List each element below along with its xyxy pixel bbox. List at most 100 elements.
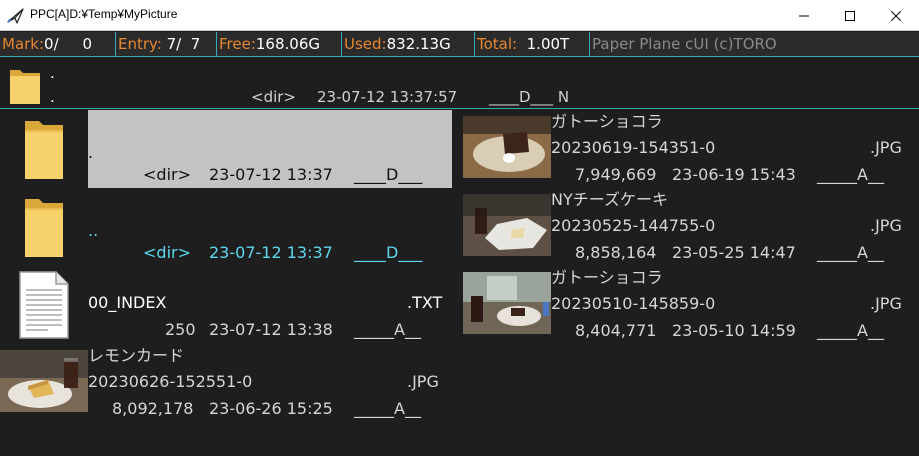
entry-icon: [463, 110, 551, 188]
entry-text: ガトーショコラ 20230619-154351-0 .JPG 7,949,669…: [551, 110, 913, 188]
entry-datetime: 23-05-25 14:47: [672, 243, 796, 262]
entry-name: 20230626-152551-0: [88, 372, 253, 391]
photo-thumbnail-gateau-chocolat: [463, 116, 551, 178]
entry-caption: ガトーショコラ: [551, 112, 663, 131]
entry-text: レモンカード 20230626-152551-0 .JPG 8,092,178 …: [88, 344, 452, 422]
total-value: 1.00T: [517, 35, 570, 53]
entry-ext: .JPG: [407, 372, 439, 391]
divider: [341, 32, 342, 56]
entry-name: .: [88, 143, 94, 162]
entry-attrs: _____A__: [354, 320, 421, 339]
current-dir-name-top: .: [50, 64, 55, 82]
list-item[interactable]: レモンカード 20230626-152551-0 .JPG 8,092,178 …: [0, 344, 452, 422]
free-value: 168.06G: [255, 35, 320, 53]
title-bar[interactable]: PPC[A]D:¥Temp¥MyPicture: [0, 0, 919, 31]
entry-attrs: _____A__: [817, 165, 884, 184]
entry-caption: ガトーショコラ: [551, 268, 663, 287]
entry-datetime: 23-07-12 13:38: [209, 320, 333, 339]
current-directory-row[interactable]: . . <dir> 23-07-12 13:37:57 ____D___ N: [0, 58, 919, 109]
entry-label: Entry:: [118, 35, 162, 53]
entry-size: 250: [165, 320, 196, 339]
info-bar: Mark:0/ 0 Entry: 7/ 7 Free:168.06G Used:…: [0, 32, 919, 57]
entry-ext: .JPG: [870, 138, 902, 157]
entry-name: ..: [88, 221, 99, 240]
entry-name: 00_INDEX: [88, 293, 167, 312]
entry-size: 8,404,771: [575, 321, 657, 340]
entry-icon: [463, 188, 551, 266]
entry-attrs: _____A__: [817, 321, 884, 340]
entry-attrs: ____D___: [354, 243, 423, 262]
entry-ext: .JPG: [870, 294, 902, 313]
entry-icon: [463, 266, 551, 344]
entry-icon: [0, 110, 88, 188]
entry-counter: Entry: 7/ 7: [118, 32, 200, 56]
paper-plane-icon: [7, 8, 24, 24]
mark-value: 0/ 0: [44, 35, 93, 53]
list-item[interactable]: ガトーショコラ 20230619-154351-0 .JPG 7,949,669…: [463, 110, 913, 188]
entry-caption: NYチーズケーキ: [551, 190, 668, 209]
entry-text: .. <dir> 23-07-12 13:37 ____D___: [88, 188, 452, 266]
entry-text: ガトーショコラ 20230510-145859-0 .JPG 8,404,771…: [551, 266, 913, 344]
entry-name: 20230510-145859-0: [551, 294, 716, 313]
entry-icon: [0, 344, 88, 422]
entry-datetime: 23-06-19 15:43: [672, 165, 796, 184]
used-value: 832.13G: [386, 35, 451, 53]
current-dir-datetime: 23-07-12 13:37:57: [317, 88, 458, 106]
folder-icon: [25, 121, 63, 179]
mark-label: Mark:: [2, 35, 45, 53]
maximize-button[interactable]: [827, 0, 873, 31]
entry-text: . <dir> 23-07-12 13:37 ____D___: [88, 110, 452, 188]
entry-attrs: ____D___: [354, 165, 423, 184]
photo-thumbnail-ny-cheesecake: [463, 194, 551, 256]
current-dir-attrs: ____D___ N: [489, 88, 570, 106]
list-item[interactable]: .. <dir> 23-07-12 13:37 ____D___: [0, 188, 452, 266]
current-dir-name: .: [50, 88, 55, 106]
list-item[interactable]: . <dir> 23-07-12 13:37 ____D___: [0, 110, 452, 188]
entry-text: NYチーズケーキ 20230525-144755-0 .JPG 8,858,16…: [551, 188, 913, 266]
entry-datetime: 23-05-10 14:59: [672, 321, 796, 340]
entry-ext: .TXT: [407, 293, 443, 312]
entry-datetime: 23-06-26 15:25: [209, 399, 333, 418]
total-space: Total: 1.00T: [477, 32, 569, 56]
entry-datetime: 23-07-12 13:37: [209, 243, 333, 262]
entry-icon: [0, 188, 88, 266]
entry-caption: レモンカード: [88, 346, 185, 365]
entry-datetime: 23-07-12 13:37: [209, 165, 333, 184]
current-dir-type: <dir>: [251, 88, 296, 106]
photo-thumbnail-gateau-chocolat-2: [463, 272, 551, 334]
minimize-button[interactable]: [781, 0, 827, 31]
credit-text: Paper Plane cUI (c)TORO: [592, 35, 777, 53]
folder-icon: [10, 70, 40, 104]
entry-size: <dir>: [143, 243, 191, 262]
entry-name: 20230525-144755-0: [551, 216, 716, 235]
photo-thumbnail-lemon-curd: [0, 350, 88, 412]
minimize-icon: [799, 15, 809, 16]
entry-ext: .JPG: [870, 216, 902, 235]
folder-icon: [25, 199, 63, 257]
list-item[interactable]: NYチーズケーキ 20230525-144755-0 .JPG 8,858,16…: [463, 188, 913, 266]
entry-size: 8,092,178: [112, 399, 194, 418]
used-label: Used:: [344, 35, 387, 53]
free-label: Free:: [219, 35, 256, 53]
entry-size: 8,858,164: [575, 243, 657, 262]
close-button[interactable]: [873, 0, 919, 31]
divider: [216, 32, 217, 56]
entry-name: 20230619-154351-0: [551, 138, 716, 157]
divider: [115, 32, 116, 56]
entry-size: <dir>: [143, 165, 191, 184]
list-item[interactable]: ガトーショコラ 20230510-145859-0 .JPG 8,404,771…: [463, 266, 913, 344]
entry-size: 7,949,669: [575, 165, 657, 184]
mark-counter: Mark:0/ 0: [2, 32, 92, 56]
window-title: PPC[A]D:¥Temp¥MyPicture: [30, 7, 178, 21]
list-item[interactable]: 00_INDEX .TXT 250 23-07-12 13:38 _____A_…: [0, 266, 452, 344]
divider: [474, 32, 475, 56]
close-icon: [891, 10, 901, 21]
text-file-icon: [19, 271, 69, 339]
entry-attrs: _____A__: [354, 399, 421, 418]
entry-icon: [0, 266, 88, 344]
entry-value: 7/ 7: [161, 35, 201, 53]
entry-attrs: _____A__: [817, 243, 884, 262]
total-label: Total:: [477, 35, 518, 53]
divider: [589, 32, 590, 56]
maximize-icon: [845, 10, 855, 21]
